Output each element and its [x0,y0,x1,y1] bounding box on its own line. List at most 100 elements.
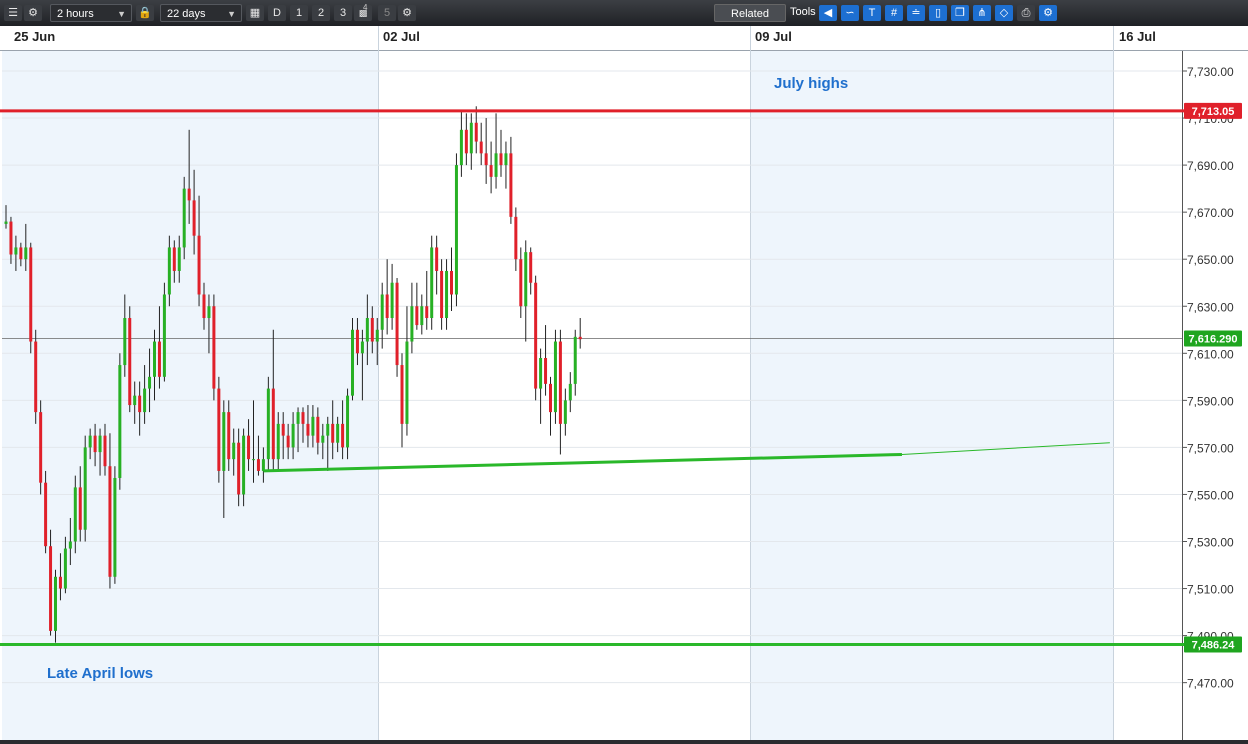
candle-down [306,423,310,436]
y-axis-label: 7,510.00 [1187,583,1234,597]
candle-up [83,447,87,530]
candle-up [167,247,171,295]
candle-up [24,247,28,260]
candle-down [197,235,201,295]
candle-down [39,412,43,483]
candle-up [390,282,394,319]
candle-down [400,365,404,424]
candle-down [192,200,196,236]
menu-icon[interactable]: ☰ [4,5,22,21]
bottom-scrollbar[interactable] [0,740,1248,744]
candle-down [479,141,483,154]
calendar-icon[interactable]: ▦ [246,5,264,21]
candle-up [98,435,102,453]
y-axis-label: 7,470.00 [1187,677,1234,691]
candle-down [370,318,374,342]
candle-down [256,459,260,471]
candle-down [509,153,513,217]
candle-up [469,122,473,154]
arrow-left-icon[interactable]: ◀ [819,5,837,21]
candle-down [286,435,290,448]
y-axis-label: 7,570.00 [1187,441,1234,455]
candle-down [202,294,206,319]
y-axis-label: 7,590.00 [1187,394,1234,408]
y-axis-label: 7,650.00 [1187,253,1234,267]
candle-up [14,247,18,255]
shape-icon[interactable]: ◇ [995,5,1013,21]
period-button-5: 5 [378,5,396,21]
candle-up [252,459,255,461]
candle-down [247,435,251,460]
candle-down [157,341,161,377]
x-axis-label: 09 Jul [755,29,792,44]
interval-select[interactable]: 2 hours ▼ [50,4,132,22]
annotation-july-highs: July highs [774,75,848,92]
candle-up [88,435,92,448]
candle-up [380,294,384,330]
candle-up [266,388,270,460]
candle-up [430,247,434,319]
candle-down [489,165,493,177]
candle-down [78,487,82,530]
candle-up [291,423,295,448]
candle-up [494,153,498,177]
candle-up [563,400,567,424]
candle-down [529,252,533,283]
x-axis-label: 25 Jun [14,29,55,44]
candle-up [405,341,409,424]
candle-up [261,459,265,471]
curve-icon[interactable]: ∽ [841,5,859,21]
text-icon[interactable]: T [863,5,881,21]
candle-up [336,423,340,443]
candle-icon[interactable]: ▯ [929,5,947,21]
fib-icon[interactable]: ≐ [907,5,925,21]
candle-up [365,318,369,342]
candle-down [9,221,13,255]
candle-up [568,383,572,401]
range-select[interactable]: 22 days ▼ [160,4,242,22]
week-band [750,51,1113,740]
candle-up [360,341,364,354]
print-icon[interactable]: ⎙ [1017,5,1035,21]
candle-up [296,412,300,424]
layers-icon[interactable]: ❐ [951,5,969,21]
chart-toolbar: ☰ ⚙ 2 hours ▼ 🔒 22 days ▼ ▦ D 1 2 3 ▩ 4 … [0,0,1248,27]
price-chart[interactable]: 25 Jun 02 Jul 09 Jul 16 Jul7,730.007,710.00… [0,26,1248,744]
candle-down [425,306,429,319]
period-button-d[interactable]: D [268,5,286,21]
candle-up [118,365,122,478]
period-button-2[interactable]: 2 [312,5,330,21]
candle-down [128,318,132,406]
candle-down [534,282,538,389]
period-button-3[interactable]: 3 [334,5,352,21]
candle-up [68,541,72,549]
candle-down [544,358,548,384]
y-axis-label: 7,630.00 [1187,300,1234,314]
candle-up [222,412,226,471]
settings-icon[interactable]: ⚙ [398,5,416,21]
chart-settings-icon[interactable]: ⚙ [1039,5,1057,21]
lock-icon[interactable]: 🔒 [136,5,154,21]
candle-down [49,546,53,631]
candle-up [242,435,246,495]
candle-up [123,318,127,366]
y-axis-label: 7,730.00 [1187,65,1234,79]
candle-up [375,329,379,342]
candle-up [346,395,350,448]
chevron-down-icon: ▼ [117,9,126,19]
candle-down [499,153,503,166]
related-button[interactable]: Related [714,4,786,22]
candle-up [63,548,67,589]
period-button-1[interactable]: 1 [290,5,308,21]
y-axis-label: 7,690.00 [1187,159,1234,173]
fork-icon[interactable]: ⋔ [973,5,991,21]
gear-icon[interactable]: ⚙ [24,5,42,21]
candle-down [385,294,389,319]
grid-icon[interactable]: # [885,5,903,21]
candle-up [153,341,156,377]
support-price-label: 7,486.24 [1192,639,1236,651]
current-price-label: 7,616.290 [1189,334,1238,346]
candle-up [73,487,77,542]
candle-up [351,329,354,396]
candle-down [549,383,552,413]
